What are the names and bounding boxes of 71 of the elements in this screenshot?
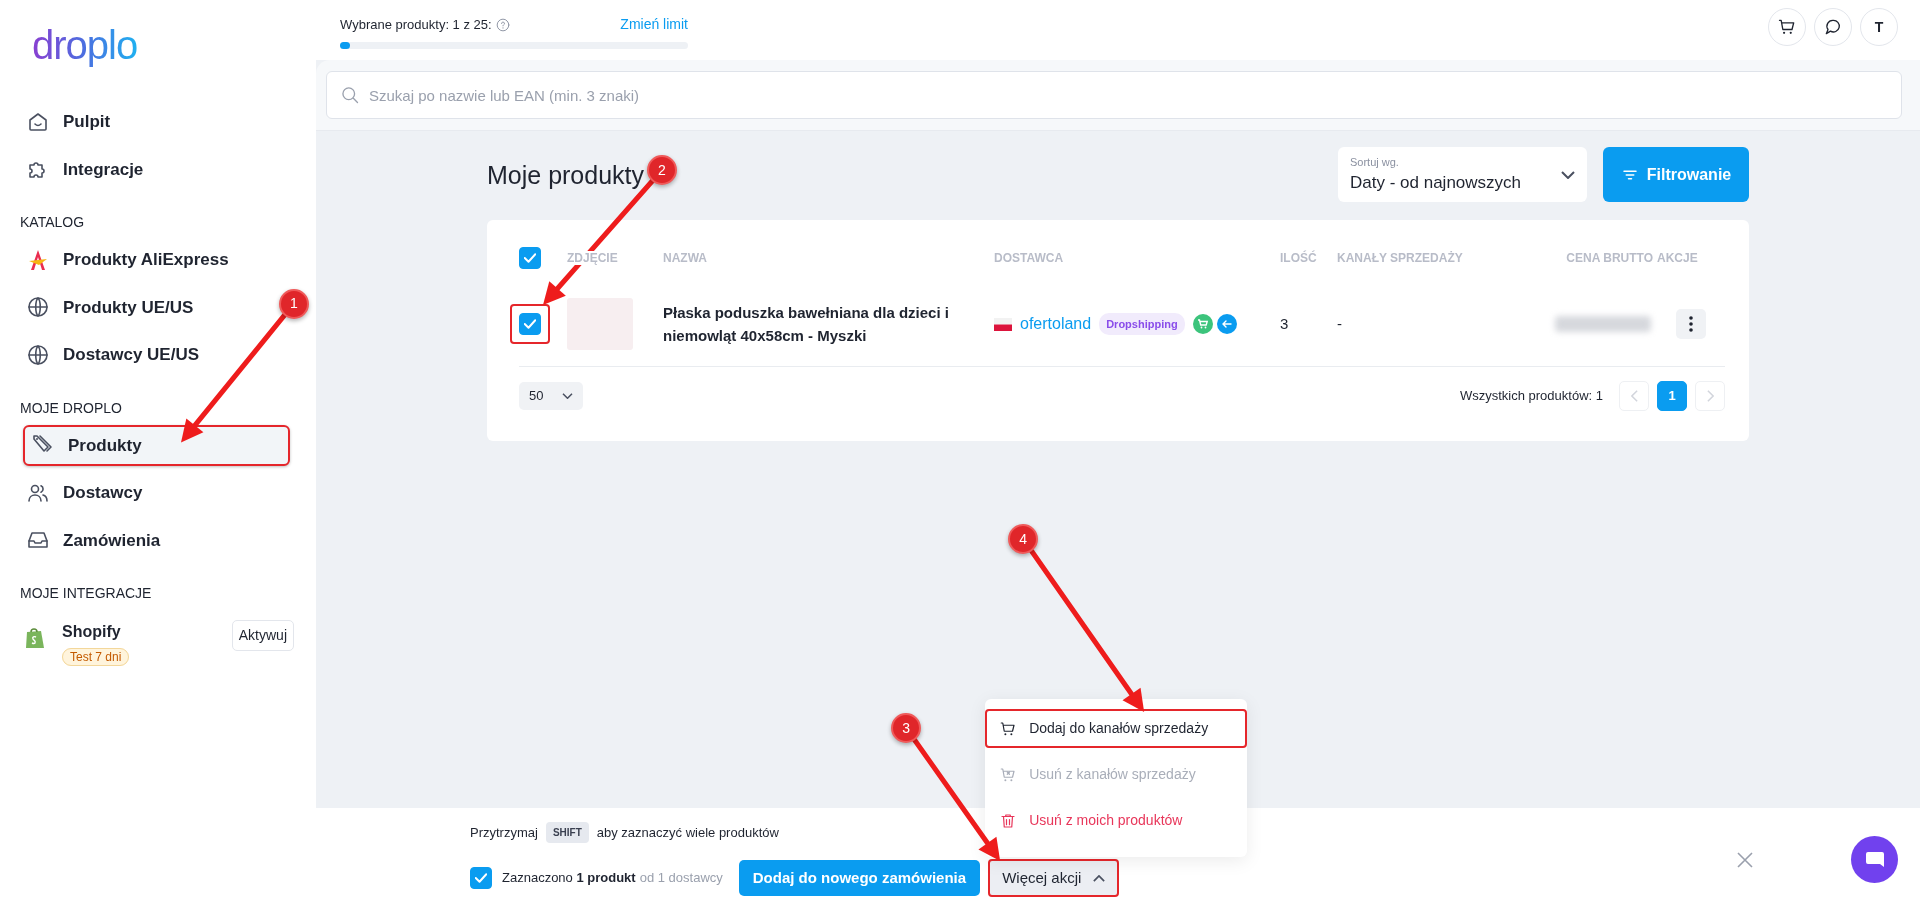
column-header: NAZWA (663, 251, 707, 265)
page-size-select[interactable]: 50 (519, 382, 583, 410)
channels-cell-text: - (1337, 313, 1343, 334)
chevron-down-icon (562, 393, 573, 399)
section-heading: MOJE INTEGRACJE (20, 584, 153, 603)
sidebar-item[interactable]: Dostawcy UE/US (18, 334, 210, 376)
column-header: AKCJE (1657, 251, 1698, 265)
limit-label: Wybrane produkty: 1 z 25: (340, 15, 492, 34)
avatar-button[interactable]: T (1860, 8, 1898, 46)
column-header: KANAŁY SPRZEDAŻY (1337, 251, 1463, 265)
cart-circle-icon[interactable] (1192, 314, 1213, 334)
chevron-right-icon (1706, 390, 1714, 402)
sidebar-item[interactable]: Dostawcy (18, 472, 153, 514)
column-header: ILOŚĆ (1280, 251, 1317, 265)
cart-icon (1777, 17, 1797, 37)
supplier-tag: Dropshipping (1099, 312, 1185, 336)
flag-icon (994, 317, 1012, 331)
chat-button[interactable] (1814, 8, 1852, 46)
sidebar-item[interactable]: Zamówienia (18, 519, 171, 561)
globe-icon (26, 295, 50, 320)
column-header: CENA BRUTTO (1566, 251, 1653, 265)
sort-select[interactable]: Sortuj wg. Daty - od najnowszych (1338, 147, 1587, 202)
cart-icon (999, 719, 1018, 738)
section-heading: KATALOG (20, 213, 86, 232)
chat-bubble-icon (1823, 17, 1843, 37)
trash-icon (999, 811, 1018, 830)
product-name: Płaska poduszka bawełniana dla dzieci i niemowląt 40x58cm - Myszki (663, 303, 950, 346)
integration-name: Shopify (62, 622, 122, 642)
chevron-left-icon (1630, 390, 1638, 402)
chevron-down-icon (1561, 170, 1575, 179)
check-icon (475, 873, 487, 883)
chat-launcher-button[interactable] (1851, 836, 1898, 883)
help-icon[interactable] (495, 17, 510, 32)
checkbox[interactable] (470, 867, 492, 889)
cart-button[interactable] (1768, 8, 1806, 46)
cart-remove-icon (999, 765, 1018, 784)
search-field[interactable]: Szukaj po nazwie lub EAN (min. 3 znaki) (326, 71, 1902, 119)
check-icon (524, 253, 536, 263)
hint-text: Przytrzymaj (470, 823, 538, 842)
more-icon (1689, 316, 1693, 332)
hint-text: aby zaznaczyć wiele produktów (596, 823, 779, 842)
sidebar-item[interactable]: Pulpit (18, 101, 121, 143)
caret-icon (1093, 874, 1106, 882)
total-count: Wszystkich produktów: 1 (1459, 387, 1603, 406)
check-icon (524, 319, 536, 329)
search-icon (340, 85, 360, 105)
selection-suffix: od 1 dostawcy (639, 869, 723, 888)
checkbox[interactable] (519, 247, 541, 269)
checkbox[interactable] (519, 313, 541, 335)
quantity-cell-text: 3 (1280, 313, 1290, 334)
column-header: DOSTAWCA (994, 251, 1064, 265)
sidebar-item[interactable]: Integracje (18, 148, 154, 190)
menu-item[interactable]: Dodaj do kanałów sprzedaży (985, 709, 1248, 748)
section-heading: MOJE DROPLO (20, 398, 123, 418)
activate-button[interactable]: Aktywuj (231, 620, 294, 651)
trial-badge: Test 7 dni (62, 648, 130, 666)
close-icon (1737, 851, 1753, 868)
close-button[interactable] (1737, 851, 1753, 868)
selection-text: Zaznaczono 1 produkt (502, 869, 636, 888)
key-badge: SHIFT (545, 822, 589, 843)
sidebar-item[interactable]: Produkty AliExpress (18, 239, 239, 281)
globe-icon (26, 342, 50, 367)
menu-item[interactable]: Usuń z moich produktów (985, 801, 1248, 840)
row-actions-button[interactable] (1676, 309, 1706, 339)
arrow-left-circle-icon[interactable] (1216, 314, 1237, 334)
shopping-bag-icon (24, 626, 46, 650)
column-header: ZDJĘCIE (567, 251, 618, 265)
sidebar-item[interactable]: Produkty (23, 424, 290, 466)
sidebar-item[interactable]: Produkty UE/US (18, 286, 204, 328)
page-title: Moje produkty (487, 159, 645, 190)
more-actions-button[interactable]: Więcej akcji (988, 859, 1120, 897)
